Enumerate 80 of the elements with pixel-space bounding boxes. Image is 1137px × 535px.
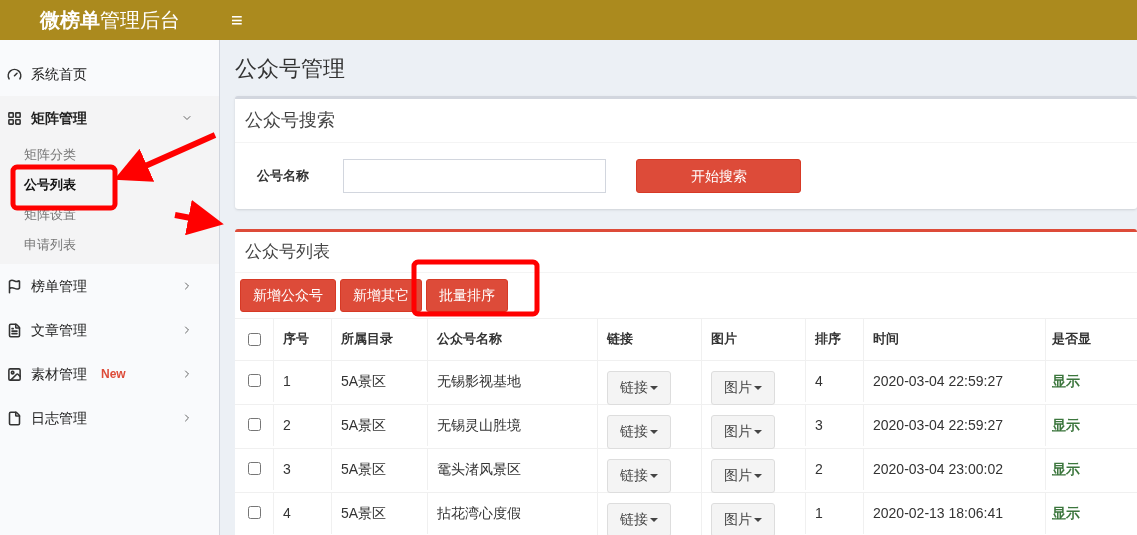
table-cell: 无锡灵山胜境 <box>437 416 521 433</box>
sidebar-item[interactable]: 榜单管理 <box>0 264 219 308</box>
table-cell: 5A景区 <box>341 460 387 477</box>
dropdown-button[interactable]: 图片 <box>711 458 775 493</box>
dropdown-button[interactable]: 图片 <box>711 502 775 535</box>
status-text: 显示 <box>1052 504 1080 521</box>
column-header: 排序 <box>805 318 863 360</box>
caret-icon <box>754 385 762 390</box>
column-header: 链接 <box>597 318 701 360</box>
gauge-icon <box>7 66 22 82</box>
column-header: 公众号名称 <box>427 318 597 360</box>
brand-title: 微榜单管理后台 <box>39 8 180 33</box>
flag-icon <box>7 278 22 294</box>
table-cell: 拈花湾心度假 <box>437 504 521 521</box>
dropdown-button[interactable]: 链接 <box>607 502 671 535</box>
sidebar-item[interactable]: 文章管理 <box>0 308 219 352</box>
document-icon <box>7 410 22 426</box>
column-header: 所属目录 <box>331 318 427 360</box>
image-icon <box>7 366 22 382</box>
annotation-arrow <box>174 199 224 236</box>
row-checkbox[interactable] <box>247 417 261 431</box>
table-cell: 2020-03-04 22:59:27 <box>873 372 1003 389</box>
table-cell: 2 <box>283 416 291 433</box>
submenu-item[interactable]: 申请列表 <box>0 230 219 260</box>
caret-icon <box>650 517 658 522</box>
column-header: 图片 <box>701 318 805 360</box>
sidebar-item[interactable]: 日志管理 <box>0 396 219 440</box>
column-header: 序号 <box>273 318 331 360</box>
column-header: 时间 <box>863 318 1045 360</box>
caret-icon <box>754 517 762 522</box>
dropdown-button[interactable]: 链接 <box>607 414 671 449</box>
panel-title: 公众号列表 <box>235 232 1137 273</box>
row-checkbox[interactable] <box>247 373 261 387</box>
dropdown-button[interactable]: 图片 <box>711 414 775 449</box>
status-text: 显示 <box>1052 460 1080 477</box>
action-button[interactable]: 批量排序 <box>426 278 508 312</box>
submenu-item[interactable]: 公号列表 <box>0 170 219 200</box>
dropdown-button[interactable]: 链接 <box>607 458 671 493</box>
sidebar-item[interactable]: 系统首页 <box>0 52 219 96</box>
table-cell: 5A景区 <box>341 504 387 521</box>
caret-icon <box>650 473 658 478</box>
table-cell: 3 <box>815 416 823 433</box>
new-label: New <box>101 366 126 383</box>
sidebar-item[interactable]: 矩阵管理 <box>0 96 219 140</box>
name-input-field[interactable] <box>343 159 606 193</box>
table-cell: 2020-03-04 23:00:02 <box>873 460 1003 477</box>
caret-icon <box>650 385 658 390</box>
table-cell: 鼋头渚风景区 <box>437 460 521 477</box>
action-button[interactable]: 新增其它 <box>340 278 422 312</box>
sidebar-item[interactable]: 素材管理 New <box>0 352 219 396</box>
page-title: 公众号管理 <box>235 55 346 83</box>
table-cell: 4 <box>815 372 823 389</box>
dropdown-button[interactable]: 链接 <box>607 370 671 405</box>
caret-icon <box>650 429 658 434</box>
table-cell: 1 <box>283 372 291 389</box>
submenu-item[interactable]: 矩阵分类 <box>0 140 219 170</box>
table-cell: 2 <box>815 460 823 477</box>
field-label: 公号名称 <box>257 167 310 186</box>
table-cell: 2020-03-04 22:59:27 <box>873 416 1003 433</box>
row-checkbox[interactable] <box>247 461 261 475</box>
row-checkbox[interactable] <box>247 505 261 519</box>
table-cell: 5A景区 <box>341 416 387 433</box>
column-header: 是否显 <box>1045 318 1137 360</box>
dropdown-button[interactable]: 图片 <box>711 370 775 405</box>
table-cell: 4 <box>283 504 291 521</box>
document-icon <box>7 322 22 338</box>
table-cell: 5A景区 <box>341 372 387 389</box>
grid-icon <box>7 110 22 126</box>
table-cell: 无锡影视基地 <box>437 372 521 389</box>
select-all-checkbox[interactable] <box>247 332 261 346</box>
status-text: 显示 <box>1052 416 1080 433</box>
table-cell: 1 <box>815 504 823 521</box>
table-cell: 2020-02-13 18:06:41 <box>873 504 1003 521</box>
action-button[interactable]: 新增公众号 <box>240 278 336 312</box>
status-text: 显示 <box>1052 372 1080 389</box>
search-button[interactable]: 开始搜索 <box>636 159 801 193</box>
panel-title: 公众号搜索 <box>235 99 1137 143</box>
caret-icon <box>754 473 762 478</box>
table-cell: 3 <box>283 460 291 477</box>
caret-icon <box>754 429 762 434</box>
